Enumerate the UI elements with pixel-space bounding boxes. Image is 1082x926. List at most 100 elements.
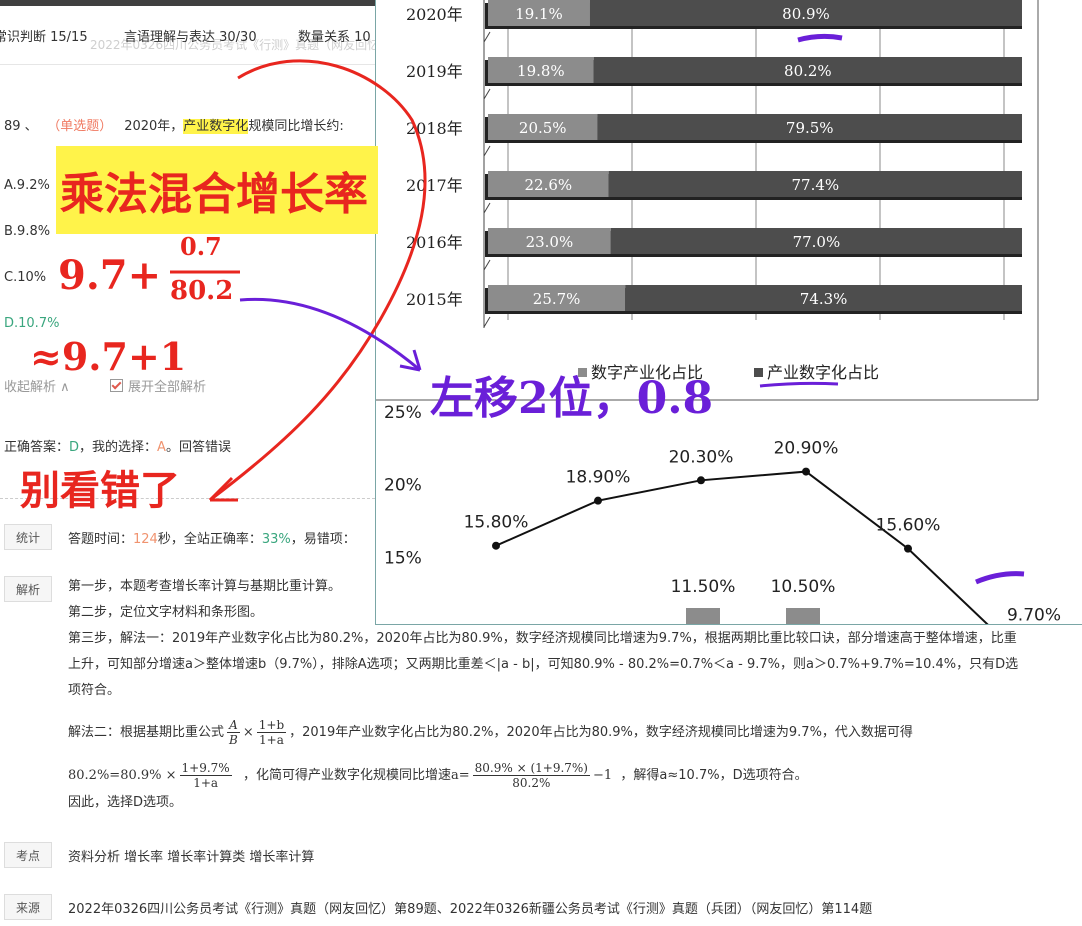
my-answer: A	[157, 440, 166, 455]
answer-mid: ，我的选择：	[79, 440, 158, 455]
category-label: 2018年	[406, 119, 463, 138]
bar-label: 77.4%	[792, 176, 840, 194]
category-label: 2019年	[406, 62, 463, 81]
stats-rate: 33%	[261, 532, 291, 547]
growth-point-label: 15.60%	[876, 516, 941, 536]
stats-label: 统计	[4, 524, 52, 550]
a-eq: a=	[450, 768, 470, 783]
y-tick-label: 15%	[384, 548, 422, 568]
bar-label: 79.5%	[786, 119, 834, 137]
bar-label: 23.0%	[526, 233, 574, 251]
frac-eq-n: 1+9.7%	[179, 761, 232, 776]
analysis-step3: 第三步，解法一：2019年产业数字化占比为80.2%，2020年占比为80.9%…	[68, 631, 1019, 698]
red-arrow-head	[208, 476, 238, 502]
growth-point	[904, 544, 912, 553]
stats-time-prefix: 答题时间：	[68, 532, 134, 547]
times-sign: ×	[242, 725, 254, 740]
formula-frac-eq: 1+9.7% 1+a	[179, 761, 232, 790]
option-a[interactable]: A.9.2%	[4, 178, 50, 193]
question-text-post: 规模同比增长约:	[248, 119, 344, 134]
category-label: 2017年	[406, 176, 463, 195]
growth-point	[697, 476, 705, 485]
legend-label-2: 产业数字化占比	[767, 363, 879, 382]
note-multiplication-mixed-growth: 乘法混合增长率	[60, 169, 368, 220]
legend-swatch-2	[754, 368, 763, 377]
minus-one: −1	[592, 768, 613, 783]
question-text-highlight: 产业数字化	[183, 119, 249, 134]
analysis-method2-line1: 解法二：根据基期比重公式 A B × 1+b 1+a ，2019年产业数字化占比为80.2%…	[68, 716, 1028, 750]
growth-point-label: 18.90%	[566, 468, 631, 488]
bar-label: 20.5%	[519, 119, 567, 137]
note-approx: ≈9.7+1	[30, 334, 187, 379]
question-number: 89 、	[4, 119, 38, 134]
growth-point	[492, 541, 500, 550]
chart-overlay-panel: 2020年 19.1% 80.9% 2019年 19.8% 80.2% 2018年 20.5%…	[375, 0, 1082, 625]
points-label: 考点	[4, 842, 52, 868]
frac-b: B	[229, 733, 238, 747]
growth-point-label: 15.80%	[464, 513, 529, 533]
bar-label: 77.0%	[793, 233, 841, 251]
note-shift-two-places: 左移2位，0.8	[430, 373, 714, 424]
growth-bar-label: 10.50%	[771, 577, 836, 597]
m2-text-b: ，2019年产业数字化占比为80.2%，2020年占比为80.9%，数字经济规模…	[289, 725, 913, 740]
note-formula: 9.7+	[58, 252, 162, 299]
m2-text-c: ，化简可得产业数字化规模同比增速	[242, 768, 451, 783]
growth-line	[495, 470, 989, 624]
stats-time: 124	[133, 532, 158, 547]
stats-text: 答题时间：124秒，全站正确率：33%，易错项：	[68, 528, 356, 547]
frac-res-n: 80.9% × (1+9.7%)	[472, 761, 590, 776]
category-label: 2020年	[406, 5, 463, 24]
growth-bar-label: 11.50%	[671, 577, 736, 597]
analysis-conclusion: 因此，选择D选项。	[68, 795, 183, 810]
frac-res-d: 80.2%	[512, 776, 551, 790]
answer-suffix: 。回答错误	[165, 440, 231, 455]
answer-prefix: 正确答案：	[4, 440, 70, 455]
note-dont-misread: 别看错了	[20, 467, 180, 514]
analysis-label: 解析	[4, 576, 52, 602]
eq-left: 80.2%=80.9% ×	[68, 768, 177, 783]
analysis-method2-line2: 80.2%=80.9% × 1+9.7% 1+a ，化简可得产业数字化规模同比增速a…	[68, 758, 1028, 794]
bar-label: 80.2%	[784, 62, 832, 80]
bar-label: 19.1%	[515, 5, 563, 23]
frac-eq-d: 1+a	[193, 776, 219, 790]
checkbox-icon[interactable]	[110, 379, 123, 392]
frac-a: A	[227, 718, 240, 733]
m2-text-d: ，解得a≈10.7%，D选项符合。	[620, 768, 808, 783]
growth-point-label: 20.30%	[669, 447, 734, 467]
question-type: （单选题）	[53, 119, 113, 134]
stats-tail: ，易错项：	[290, 532, 356, 547]
growth-point-label: 20.90%	[774, 439, 839, 459]
source-label: 来源	[4, 894, 52, 920]
option-b[interactable]: B.9.8%	[4, 224, 50, 239]
growth-bar	[786, 608, 820, 624]
m2-text-a: 解法二：根据基期比重公式	[68, 725, 225, 740]
note-formula-num: 0.7	[180, 232, 222, 261]
chart-svg: 2020年 19.1% 80.9% 2019年 19.8% 80.2% 2018年 20.5%…	[376, 0, 1082, 624]
option-d[interactable]: D.10.7%	[4, 316, 59, 331]
bar-label: 19.8%	[517, 62, 565, 80]
tab-common-sense[interactable]: 常识判断 15/15	[0, 26, 88, 45]
category-label: 2015年	[406, 290, 463, 309]
y-tick-label: 20%	[384, 476, 422, 496]
question-stem: 89 、 （单选题） 2020年，产业数字化规模同比增长约:	[4, 115, 344, 134]
stats-rate-prefix: 秒，全站正确率：	[157, 532, 262, 547]
option-c[interactable]: C.10%	[4, 270, 46, 285]
note-formula-den: 80.2	[170, 276, 234, 306]
tab-quantitative[interactable]: 数量关系 10	[298, 26, 371, 45]
frac-1a: 1+a	[259, 733, 284, 747]
growth-point-label: 9.70%	[1007, 605, 1061, 624]
growth-bar	[686, 608, 720, 624]
bar-label: 25.7%	[533, 290, 581, 308]
bar-label: 22.6%	[525, 176, 573, 194]
growth-point	[594, 496, 602, 505]
bar-label: 74.3%	[800, 290, 848, 308]
question-text-pre: 2020年，	[124, 119, 184, 134]
answer-summary: 正确答案：D，我的选择：A。回答错误	[4, 436, 231, 455]
bar-label: 80.9%	[782, 5, 830, 23]
y-tick-label: 25%	[384, 403, 422, 423]
source-text: 2022年0326四川公务员考试《行测》真题（网友回忆）第89题、2022年03…	[68, 902, 873, 917]
correct-answer: D	[69, 440, 80, 455]
formula-frac-result: 80.9% × (1+9.7%) 80.2%	[472, 761, 590, 790]
frac-1b: 1+b	[256, 718, 287, 733]
tab-verbal[interactable]: 言语理解与表达 30/30	[124, 26, 257, 45]
